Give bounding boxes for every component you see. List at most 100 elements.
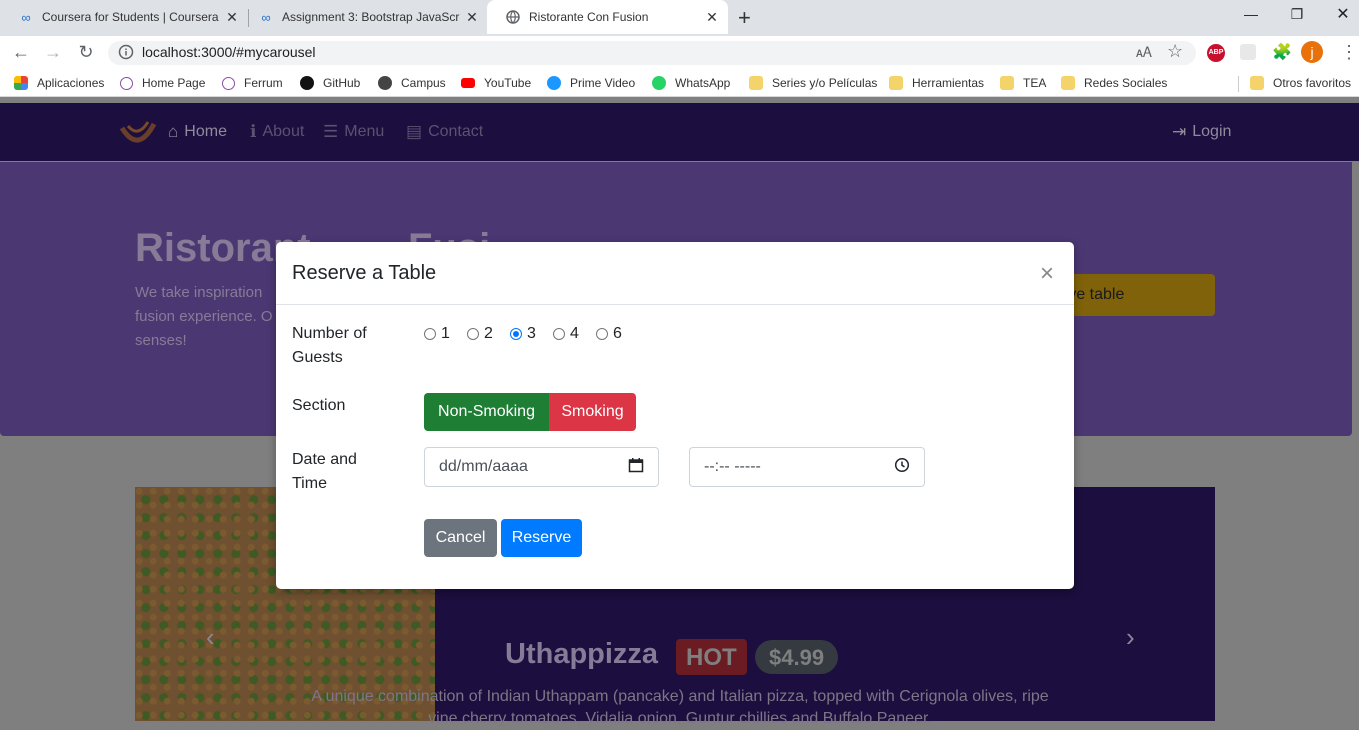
bookmark-campus[interactable]: Campus [378, 76, 446, 90]
info-icon: ℹ [250, 122, 257, 141]
bookmark-tea[interactable]: TEA [1000, 76, 1046, 90]
carousel-next-icon[interactable]: › [1126, 622, 1135, 653]
address-card-icon: ▤ [406, 122, 423, 141]
restore-icon[interactable]: ❐ [1287, 6, 1307, 23]
bookmark-series[interactable]: Series y/o Películas [749, 76, 877, 90]
minimize-icon[interactable]: — [1241, 6, 1261, 22]
calendar-icon[interactable] [628, 457, 644, 478]
bookmark-label: Campus [401, 76, 446, 90]
bookmark-github[interactable]: GitHub [300, 76, 360, 90]
browser-tab-ristorante[interactable]: Ristorante Con Fusion ✕ [487, 0, 728, 34]
info-icon[interactable] [118, 44, 134, 60]
forward-arrow-icon[interactable]: → [42, 41, 64, 63]
tab-label: Coursera for Students | Coursera [42, 10, 219, 24]
guests-radio-1[interactable]: 1 [424, 325, 450, 343]
extension-icon[interactable] [1240, 44, 1256, 60]
bookmark-label: Herramientas [912, 76, 985, 90]
reload-icon[interactable]: ↻ [75, 41, 97, 63]
guests-radio-4[interactable]: 4 [553, 325, 579, 343]
apps-grid-icon [14, 76, 28, 90]
nav-contact[interactable]: ▤ Contact [406, 122, 483, 142]
bookmark-aplicaciones[interactable]: Aplicaciones [14, 76, 104, 90]
bookmark-label: Redes Sociales [1084, 76, 1168, 90]
date-placeholder: dd/mm/aaaa [439, 458, 528, 475]
tab-label: Ristorante Con Fusion [529, 10, 649, 24]
translate-icon[interactable]: 🗚 [1136, 44, 1152, 61]
browser-tab-coursera-students[interactable]: ∞ Coursera for Students | Coursera ✕ [0, 0, 248, 34]
bookmark-label: Ferrum [244, 76, 283, 90]
menu-kebab-icon[interactable]: ⋮ [1340, 42, 1358, 63]
radio-circle[interactable] [553, 328, 565, 340]
modal-title: Reserve a Table [292, 262, 437, 284]
datetime-label: Date and Time [292, 451, 357, 492]
smoking-button[interactable]: Smoking [549, 393, 636, 431]
star-bookmark-icon[interactable]: ☆ [1167, 41, 1183, 62]
time-input[interactable]: --:-- ----- [689, 447, 925, 487]
radio-circle[interactable] [424, 328, 436, 340]
new-tab-button[interactable]: + [738, 5, 751, 31]
close-icon[interactable]: × [1040, 260, 1054, 288]
carousel-prev-icon[interactable]: ‹ [206, 622, 215, 653]
bookmark-home-page[interactable]: Home Page [120, 76, 205, 90]
back-arrow-icon[interactable]: ← [10, 41, 32, 63]
folder-icon [749, 76, 763, 90]
bookmark-label: Prime Video [570, 76, 636, 90]
nav-about[interactable]: ℹ About [250, 122, 304, 142]
close-tab-icon[interactable]: ✕ [704, 9, 720, 26]
guests-radio-3[interactable]: 3 [510, 325, 536, 343]
prime-video-icon [547, 76, 561, 90]
bookmark-whatsapp[interactable]: WhatsApp [652, 76, 730, 90]
list-icon: ☰ [323, 122, 339, 141]
date-input[interactable]: dd/mm/aaaa [424, 447, 659, 487]
reserve-button[interactable]: Reserve [501, 519, 582, 557]
carousel-caption-title: Uthappizza [505, 638, 659, 670]
profile-avatar[interactable]: j [1301, 41, 1323, 63]
guests-radio-6[interactable]: 6 [596, 325, 622, 343]
coursera-icon: ∞ [21, 9, 31, 25]
nav-home[interactable]: ⌂ Home [168, 122, 227, 142]
close-window-icon[interactable]: ✕ [1333, 4, 1353, 24]
radio-circle-selected[interactable] [510, 328, 522, 340]
home-icon: ⌂ [168, 122, 179, 141]
close-tab-icon[interactable]: ✕ [464, 9, 480, 26]
nav-menu[interactable]: ☰ Menu [323, 122, 384, 142]
folder-icon [1250, 76, 1264, 90]
bookmark-redes-sociales[interactable]: Redes Sociales [1061, 76, 1167, 90]
guests-label: Number of Guests [292, 325, 367, 366]
bookmark-youtube[interactable]: YouTube [461, 76, 531, 90]
reserve-modal [276, 242, 1074, 589]
url-text: localhost:3000/#mycarousel [142, 44, 316, 60]
puzzle-extensions-icon[interactable]: 🧩 [1272, 42, 1292, 62]
nav-label: Home [184, 123, 227, 140]
youtube-icon [461, 78, 475, 88]
browser-tab-assignment[interactable]: ∞ Assignment 3: Bootstrap JavaScri ✕ [240, 0, 488, 34]
nav-label: Contact [428, 123, 484, 140]
bookmark-label: Aplicaciones [37, 76, 105, 90]
bookmark-prime-video[interactable]: Prime Video [547, 76, 635, 90]
bookmark-label: Otros favoritos [1273, 76, 1352, 90]
bookmark-otros-favoritos[interactable]: Otros favoritos [1250, 76, 1351, 90]
bookmark-herramientas[interactable]: Herramientas [889, 76, 984, 90]
login-link[interactable]: ⇥ Login [1172, 122, 1231, 142]
sign-in-icon: ⇥ [1172, 122, 1187, 141]
coursera-icon: ∞ [261, 9, 271, 25]
clock-icon[interactable] [894, 457, 910, 478]
adblock-icon[interactable]: ABP [1207, 44, 1225, 62]
site-icon [222, 76, 235, 90]
bookmark-label: YouTube [484, 76, 532, 90]
section-label: Section [292, 397, 346, 414]
folder-icon [1061, 76, 1075, 90]
globe-icon [378, 76, 392, 90]
bookmarks-divider [1238, 76, 1239, 92]
time-placeholder: --:-- ----- [704, 458, 761, 475]
cancel-button[interactable]: Cancel [424, 519, 497, 557]
jumbotron-text: We take inspiration fusion experience. O… [135, 284, 273, 349]
tab-label: Assignment 3: Bootstrap JavaScri [282, 10, 460, 24]
radio-circle[interactable] [596, 328, 608, 340]
bookmark-ferrum[interactable]: Ferrum [222, 76, 283, 90]
radio-circle[interactable] [467, 328, 479, 340]
guests-radio-2[interactable]: 2 [467, 325, 493, 343]
folder-icon [1000, 76, 1014, 90]
non-smoking-button[interactable]: Non-Smoking [424, 393, 549, 431]
close-tab-icon[interactable]: ✕ [224, 9, 240, 26]
